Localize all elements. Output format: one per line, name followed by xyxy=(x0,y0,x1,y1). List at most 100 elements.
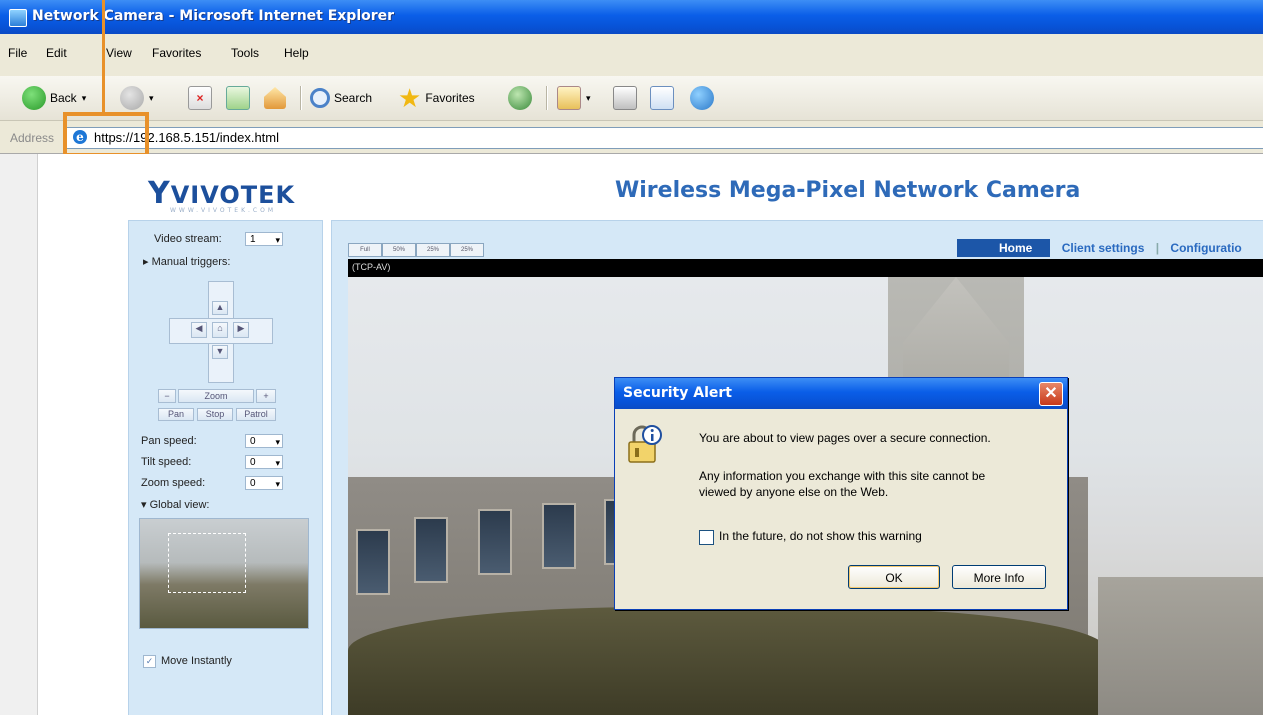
address-input[interactable]: e https://192.168.5.151/index.html xyxy=(66,127,1263,149)
do-not-show-checkbox[interactable] xyxy=(699,530,714,545)
pan-speed-select[interactable]: 0 xyxy=(245,434,283,449)
search-icon xyxy=(310,88,330,108)
home-position-button[interactable]: ⌂ xyxy=(212,322,228,338)
print-button[interactable] xyxy=(613,84,637,112)
window-title: Network Camera - Microsoft Internet Expl… xyxy=(32,8,395,24)
mail-button[interactable]: ▾ xyxy=(557,84,591,112)
dialog-message-1: You are about to view pages over a secur… xyxy=(699,431,991,445)
nav-home[interactable]: Home xyxy=(957,239,1051,257)
tilt-up-button[interactable]: ▲ xyxy=(212,301,228,315)
patrol-button[interactable]: Patrol xyxy=(236,408,276,421)
view-region-frame[interactable] xyxy=(168,533,246,593)
menu-tools[interactable]: Tools xyxy=(231,46,259,60)
logo-mark-icon: Y xyxy=(148,176,171,211)
back-arrow-icon xyxy=(22,86,46,110)
control-panel: Video stream: 1 ▸ Manual triggers: ▲ ▼ ◀… xyxy=(128,220,323,715)
dropdown-arrow-icon[interactable]: ▾ xyxy=(149,93,154,104)
building-window xyxy=(542,503,576,569)
video-stream-label: Video stream: xyxy=(154,233,222,245)
refresh-button[interactable] xyxy=(226,84,250,112)
dropdown-arrow-icon[interactable]: ▾ xyxy=(82,93,87,104)
lock-info-icon xyxy=(628,425,662,463)
more-info-button[interactable]: More Info xyxy=(952,565,1046,589)
content-gutter xyxy=(0,154,38,715)
stop-pan-button[interactable]: Stop xyxy=(197,408,233,421)
ie-app-icon xyxy=(9,9,27,27)
home-button[interactable] xyxy=(264,84,286,112)
messenger-icon xyxy=(690,86,714,110)
do-not-show-label: In the future, do not show this warning xyxy=(719,529,922,543)
menu-file[interactable]: File xyxy=(8,46,27,60)
toolbar: Back ▾ ▾ × Search ★ Favorites ▾ xyxy=(0,76,1263,121)
menu-edit[interactable]: Edit xyxy=(46,46,67,60)
dialog-message-2: Any information you exchange with this s… xyxy=(699,469,986,483)
size-50-button[interactable]: 50% xyxy=(382,243,416,257)
video-protocol-label: (TCP-AV) xyxy=(352,262,391,272)
global-view-toggle[interactable]: ▾ Global view: xyxy=(141,498,210,511)
building-window xyxy=(414,517,448,583)
pan-left-button[interactable]: ◀ xyxy=(191,322,207,338)
pan-speed-label: Pan speed: xyxy=(141,435,197,447)
nav-client-settings[interactable]: Client settings xyxy=(1062,241,1145,255)
ok-button[interactable]: OK xyxy=(848,565,940,589)
zoom-speed-select[interactable]: 0 xyxy=(245,476,283,491)
forward-arrow-icon xyxy=(120,86,144,110)
tilt-speed-label: Tilt speed: xyxy=(141,456,192,468)
callout-line xyxy=(102,0,105,112)
move-instantly-checkbox[interactable]: ✓ xyxy=(143,655,156,668)
favorites-button[interactable]: ★ Favorites xyxy=(398,84,475,112)
tilt-down-button[interactable]: ▼ xyxy=(212,345,228,359)
zoom-in-button[interactable]: + xyxy=(256,389,276,403)
refresh-icon xyxy=(226,86,250,110)
dialog-title-bar[interactable]: Security Alert ✕ xyxy=(615,378,1067,409)
zoom-speed-label: Zoom speed: xyxy=(141,477,206,489)
edit-icon xyxy=(650,86,674,110)
dialog-title: Security Alert xyxy=(623,385,732,401)
security-alert-dialog: Security Alert ✕ You are about to view p… xyxy=(614,377,1068,610)
size-full-button[interactable]: Full xyxy=(348,243,382,257)
manual-triggers-toggle[interactable]: ▸ Manual triggers: xyxy=(143,255,230,268)
zoom-out-button[interactable]: − xyxy=(158,389,176,403)
dropdown-arrow-icon[interactable]: ▾ xyxy=(586,93,591,104)
dialog-close-button[interactable]: ✕ xyxy=(1039,382,1063,406)
menu-favorites[interactable]: Favorites xyxy=(152,46,201,60)
home-icon xyxy=(264,87,286,109)
search-button[interactable]: Search xyxy=(310,84,372,112)
global-view-thumbnail[interactable] xyxy=(139,518,309,629)
building-window xyxy=(356,529,390,595)
tilt-speed-select[interactable]: 0 xyxy=(245,455,283,470)
mail-icon xyxy=(557,86,581,110)
print-icon xyxy=(613,86,637,110)
menu-help[interactable]: Help xyxy=(284,46,309,60)
stop-button[interactable]: × xyxy=(188,84,212,112)
window-title-bar[interactable]: Network Camera - Microsoft Internet Expl… xyxy=(0,0,1263,34)
zoom-label: Zoom xyxy=(178,389,254,403)
page-title: Wireless Mega-Pixel Network Camera xyxy=(615,178,1081,203)
video-status-strip: (TCP-AV) xyxy=(348,259,1263,277)
nav-configuration[interactable]: Configuratio xyxy=(1170,241,1241,255)
history-button[interactable] xyxy=(508,84,532,112)
move-instantly-label: Move Instantly xyxy=(161,655,232,667)
address-bar: Address e https://192.168.5.151/index.ht… xyxy=(0,121,1263,154)
dialog-message-3: viewed by anyone else on the Web. xyxy=(699,485,889,499)
stop-icon: × xyxy=(188,86,212,110)
pan-button[interactable]: Pan xyxy=(158,408,194,421)
menu-view[interactable]: View xyxy=(106,46,132,60)
vivotek-logo: YVIVOTEK WWW.VIVOTEK.COM xyxy=(148,176,296,214)
callout-box xyxy=(63,112,149,157)
edit-button[interactable] xyxy=(650,84,674,112)
right-building-shape xyxy=(1098,577,1263,715)
building-window xyxy=(478,509,512,575)
star-icon: ★ xyxy=(398,83,422,113)
menu-bar: File Edit View Favorites Tools Help xyxy=(0,34,1263,77)
trees-shape xyxy=(348,607,1108,715)
pan-right-button[interactable]: ▶ xyxy=(233,322,249,338)
messenger-button[interactable] xyxy=(690,84,714,112)
video-stream-select[interactable]: 1 xyxy=(245,232,283,247)
back-button[interactable]: Back ▾ xyxy=(22,84,86,112)
size-25-button[interactable]: 25% xyxy=(416,243,450,257)
size-25b-button[interactable]: 25% xyxy=(450,243,484,257)
forward-button[interactable]: ▾ xyxy=(120,84,154,112)
history-icon xyxy=(508,86,532,110)
top-nav: Home Client settings | Configuratio xyxy=(957,239,1242,257)
